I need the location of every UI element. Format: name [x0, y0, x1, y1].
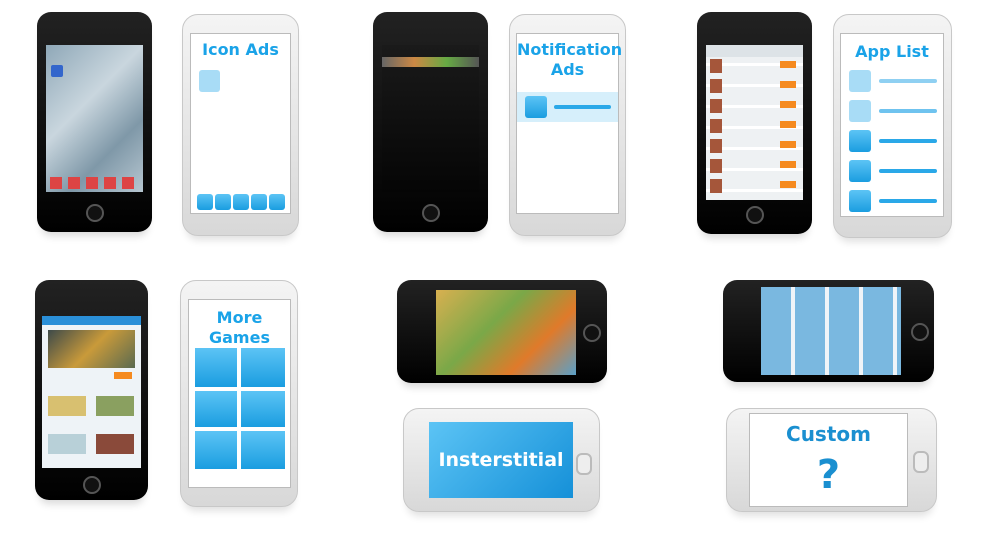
notification-line [554, 105, 611, 109]
homescreen-screen [46, 45, 143, 192]
get-buttons [780, 61, 796, 199]
game-tile [241, 431, 285, 469]
interstitial-screen: Insterstitial [429, 422, 573, 498]
app-line [879, 79, 937, 83]
home-button [86, 204, 104, 222]
moregames-header [42, 316, 141, 325]
app-icons [710, 59, 722, 199]
app-list-title: App List [855, 42, 929, 61]
icon-ads-screen: Icon Ads [190, 33, 291, 214]
icon-slot [269, 194, 285, 210]
home-button [746, 206, 764, 224]
home-button [911, 323, 929, 341]
phone-custom: Custom ? [726, 408, 937, 512]
icon-slot [215, 194, 231, 210]
app-line [879, 109, 937, 113]
app-icon [849, 70, 871, 92]
app-line [879, 199, 937, 203]
custom-game-screen [761, 287, 901, 375]
phone-app-list: App List [833, 14, 952, 238]
app-icon [849, 160, 871, 182]
applist-screen [706, 45, 803, 200]
app-line [879, 169, 937, 173]
phone-more-games: More Games [180, 280, 298, 507]
phone-notification-ads: Notification Ads [509, 14, 626, 236]
more-games-screen: More Games [188, 299, 291, 488]
app-icon [849, 130, 871, 152]
notification-ads-title-2: Ads [550, 60, 585, 79]
game-thumb [96, 396, 134, 416]
phone-custom-sample [723, 280, 934, 382]
home-button [913, 451, 929, 473]
game-thumb [96, 434, 134, 454]
game-tile [195, 391, 237, 427]
featured-game [48, 330, 135, 368]
notification-screen [382, 45, 479, 192]
moregames-screen [42, 316, 141, 468]
app-line [879, 139, 937, 143]
app-icon [849, 100, 871, 122]
custom-screen: Custom ? [749, 413, 908, 507]
home-button [576, 453, 592, 475]
phone-icon-ads: Icon Ads [182, 14, 299, 236]
icon-ad-square [199, 70, 220, 92]
app-list-screen: App List [840, 33, 944, 217]
game-thumb [48, 434, 86, 454]
app-icon [849, 190, 871, 212]
phone-interstitial: Insterstitial [403, 408, 600, 512]
phone-interstitial-sample [397, 280, 607, 383]
notification-ads-title-1: Notification [517, 40, 623, 59]
home-button [83, 476, 101, 494]
game-tile [195, 431, 237, 469]
game-thumb [48, 396, 86, 416]
phone-homescreen [37, 12, 152, 232]
notification-bar [382, 57, 479, 67]
icon-slot [233, 194, 249, 210]
applist-header [706, 45, 803, 57]
dock-icons [50, 177, 138, 189]
phone-moregames-sample [35, 280, 148, 500]
game-tile [241, 391, 285, 427]
notification-icon [525, 96, 547, 118]
icon-slot [197, 194, 213, 210]
play-button [114, 372, 132, 379]
interstitial-game-screen [436, 290, 576, 375]
game-tile [241, 348, 285, 387]
notification-ads-screen: Notification Ads [516, 33, 623, 214]
icon-slot [251, 194, 267, 210]
more-games-title: More Games [209, 308, 270, 347]
game-tile [195, 348, 237, 387]
interstitial-title: Insterstitial [438, 449, 564, 471]
icon-ads-title: Icon Ads [202, 40, 279, 59]
phone-applist-sample [697, 12, 812, 234]
app-icon [51, 65, 63, 77]
phone-notification [373, 12, 488, 232]
notification-band [517, 92, 618, 122]
home-button [583, 324, 601, 342]
home-button [422, 204, 440, 222]
question-mark: ? [816, 452, 841, 498]
custom-title: Custom [786, 422, 871, 446]
